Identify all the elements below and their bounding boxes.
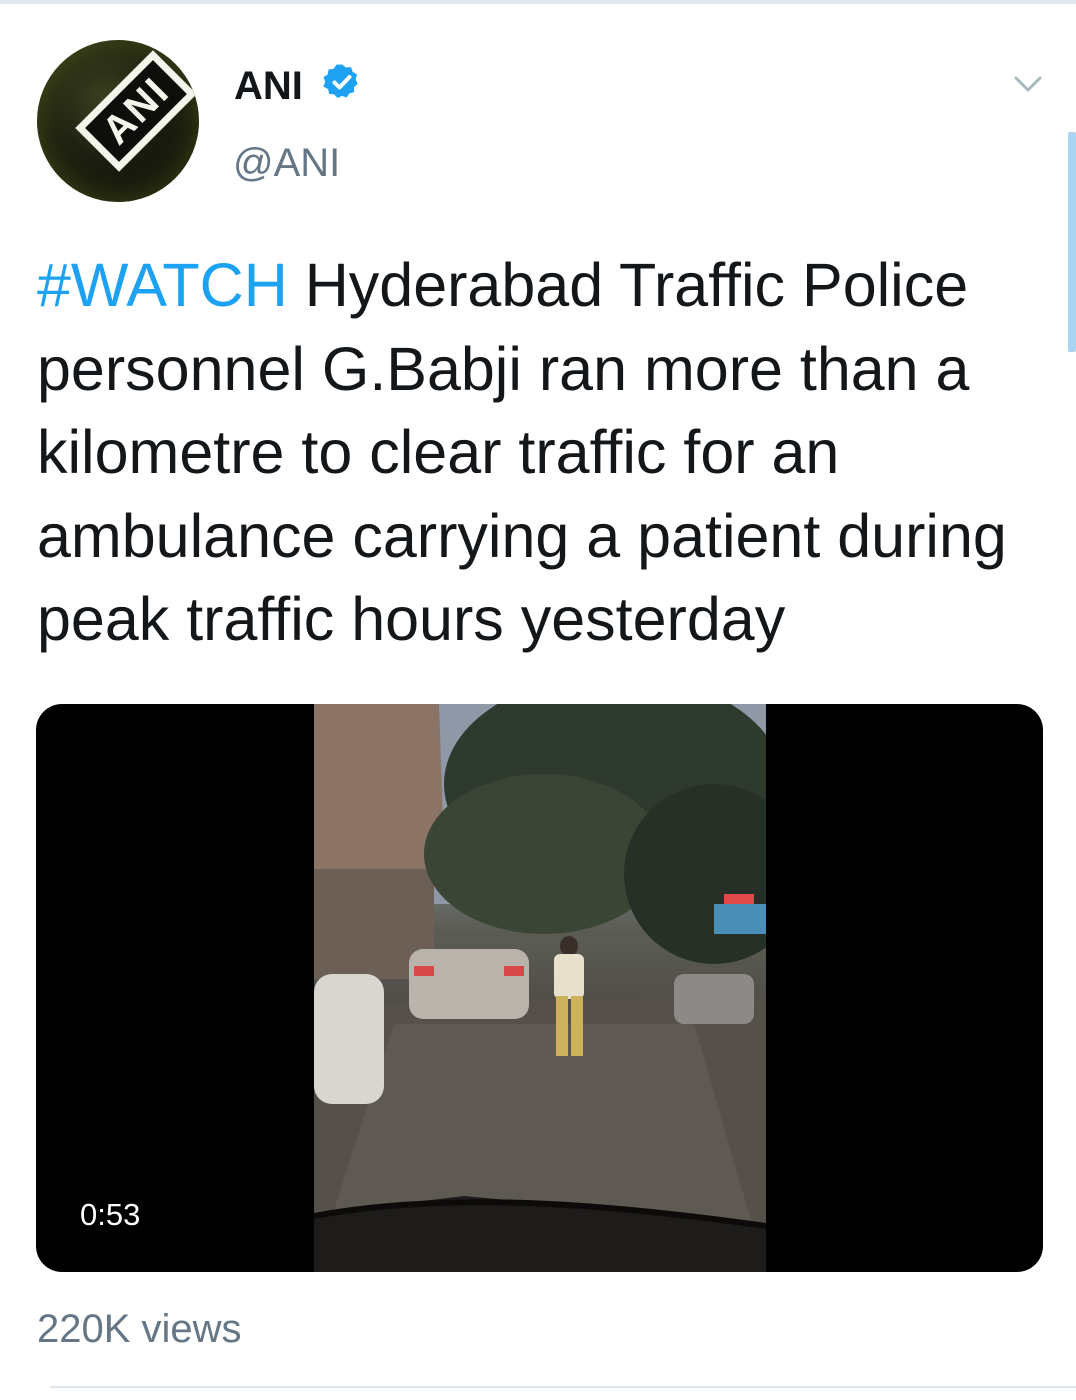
- scroll-indicator: [1068, 132, 1076, 352]
- hashtag-link[interactable]: #WATCH: [37, 251, 288, 319]
- video-thumbnail: [314, 704, 766, 1272]
- avatar[interactable]: ANI: [37, 40, 199, 202]
- account-handle[interactable]: @ANI: [233, 135, 340, 191]
- verified-badge-icon: [323, 64, 358, 98]
- account-name[interactable]: ANI: [234, 58, 303, 114]
- bottom-divider: [50, 1386, 1076, 1388]
- tweet-text: #WATCH Hyderabad Traffic Police personne…: [37, 244, 1057, 662]
- video-duration: 0:53: [80, 1197, 141, 1232]
- street-scene: [314, 704, 766, 1272]
- video-player[interactable]: [36, 704, 1043, 1272]
- top-divider: [0, 0, 1076, 4]
- chevron-down-icon[interactable]: [1010, 66, 1046, 102]
- view-count: 220K views: [37, 1307, 242, 1351]
